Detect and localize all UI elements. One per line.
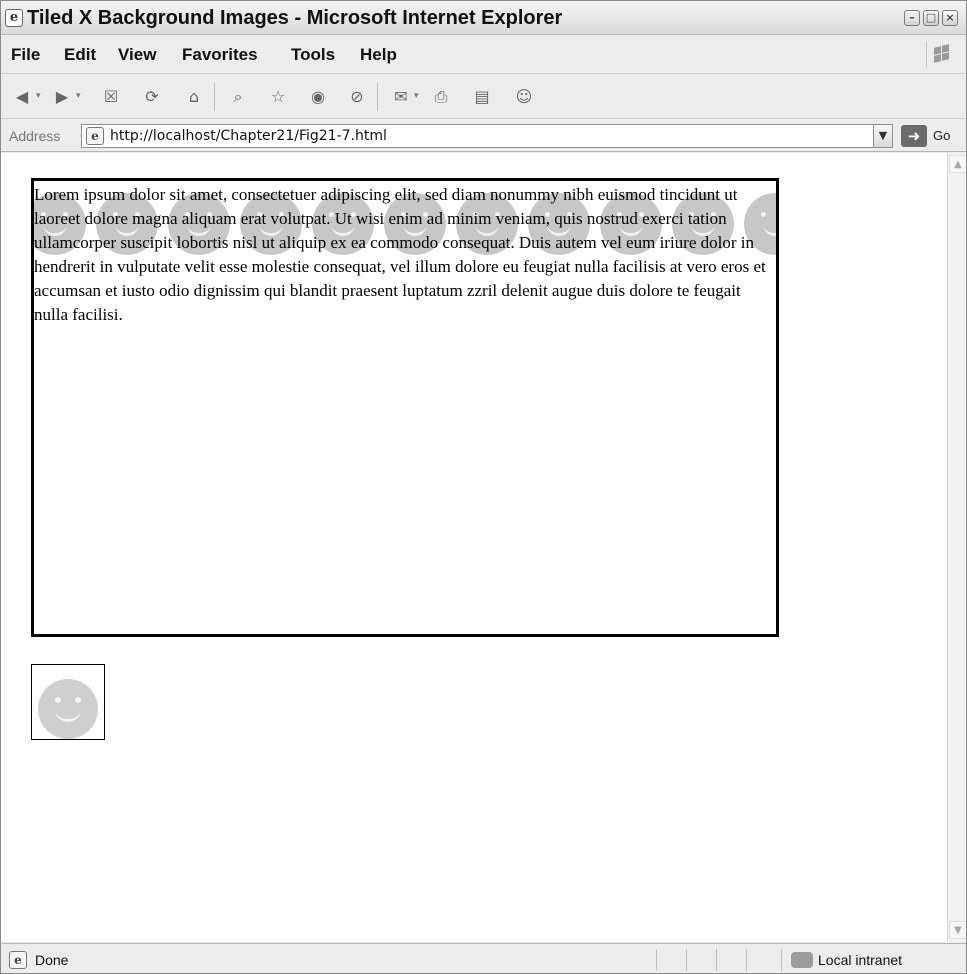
toolbar-separator bbox=[214, 83, 215, 111]
menu-file[interactable]: File bbox=[11, 45, 40, 65]
media-icon[interactable]: ◉ bbox=[307, 86, 329, 108]
minimize-button[interactable]: – bbox=[904, 10, 920, 26]
print-icon[interactable]: ⎙ bbox=[430, 86, 452, 108]
forward-dropdown-icon[interactable]: ▾ bbox=[76, 91, 81, 101]
ie-logo-icon: e bbox=[5, 9, 23, 27]
browser-window: e Tiled X Background Images - Microsoft … bbox=[0, 0, 967, 974]
toolbar-separator bbox=[377, 83, 378, 111]
page-icon: e bbox=[86, 127, 104, 145]
status-bar: e Done Local intranet bbox=[1, 943, 966, 973]
menu-help[interactable]: Help bbox=[360, 45, 397, 65]
single-smiley-box bbox=[31, 664, 105, 740]
smiley-face-icon bbox=[38, 679, 98, 739]
menu-tools[interactable]: Tools bbox=[291, 45, 335, 65]
mail-dropdown-icon[interactable]: ▾ bbox=[414, 91, 419, 101]
status-divider bbox=[656, 949, 657, 971]
security-zone-label: Local intranet bbox=[818, 952, 903, 968]
address-dropdown-button[interactable]: ▼ bbox=[873, 124, 893, 148]
title-bar: e Tiled X Background Images - Microsoft … bbox=[1, 1, 966, 35]
status-divider bbox=[746, 949, 747, 971]
mail-icon[interactable]: ✉ bbox=[390, 86, 412, 108]
favorites-icon[interactable]: ☆ bbox=[267, 86, 289, 108]
home-icon[interactable]: ⌂ bbox=[183, 86, 205, 108]
close-button[interactable]: × bbox=[942, 10, 958, 26]
scroll-up-button[interactable]: ▲ bbox=[949, 155, 966, 173]
address-input[interactable]: e http://localhost/Chapter21/Fig21-7.htm… bbox=[81, 124, 893, 148]
windows-logo-icon bbox=[926, 42, 954, 68]
maximize-button[interactable]: □ bbox=[923, 10, 939, 26]
go-arrow-icon[interactable]: ➜ bbox=[901, 125, 927, 147]
history-icon[interactable]: ⊘ bbox=[346, 86, 368, 108]
tiled-background-box: Lorem ipsum dolor sit amet, consectetuer… bbox=[31, 178, 779, 637]
go-button[interactable]: Go bbox=[933, 128, 950, 144]
lorem-paragraph: Lorem ipsum dolor sit amet, consectetuer… bbox=[34, 185, 766, 324]
page-status-icon: e bbox=[9, 951, 27, 969]
address-label: Address bbox=[9, 128, 61, 144]
status-text: Done bbox=[35, 952, 69, 968]
messenger-icon[interactable]: ☺ bbox=[513, 86, 535, 108]
edit-icon[interactable]: ▤ bbox=[471, 86, 493, 108]
status-divider bbox=[781, 949, 782, 971]
menu-favorites[interactable]: Favorites bbox=[182, 45, 258, 65]
address-bar: Address e http://localhost/Chapter21/Fig… bbox=[1, 120, 966, 152]
vertical-scrollbar[interactable]: ▲ ▼ bbox=[947, 153, 966, 942]
menu-edit[interactable]: Edit bbox=[64, 45, 96, 65]
status-divider bbox=[686, 949, 687, 971]
back-icon[interactable]: ◀ bbox=[11, 86, 33, 108]
toolbar: ◀ ▾ ▶ ▾ ☒ ⟳ ⌂ ⌕ ☆ ◉ ⊘ ✉ ▾ ⎙ ▤ ☺ bbox=[1, 75, 966, 119]
address-url[interactable]: http://localhost/Chapter21/Fig21-7.html bbox=[110, 128, 387, 145]
window-title: Tiled X Background Images - Microsoft In… bbox=[27, 7, 563, 29]
stop-icon[interactable]: ☒ bbox=[100, 86, 122, 108]
page-content: Lorem ipsum dolor sit amet, consectetuer… bbox=[1, 153, 947, 942]
menu-view[interactable]: View bbox=[118, 45, 156, 65]
local-intranet-icon bbox=[791, 952, 813, 968]
back-dropdown-icon[interactable]: ▾ bbox=[36, 91, 41, 101]
scroll-down-button[interactable]: ▼ bbox=[949, 921, 966, 939]
status-divider bbox=[716, 949, 717, 971]
menu-bar: File Edit View Favorites Tools Help bbox=[1, 36, 966, 74]
refresh-icon[interactable]: ⟳ bbox=[141, 86, 163, 108]
search-icon[interactable]: ⌕ bbox=[227, 86, 249, 108]
forward-icon[interactable]: ▶ bbox=[51, 86, 73, 108]
